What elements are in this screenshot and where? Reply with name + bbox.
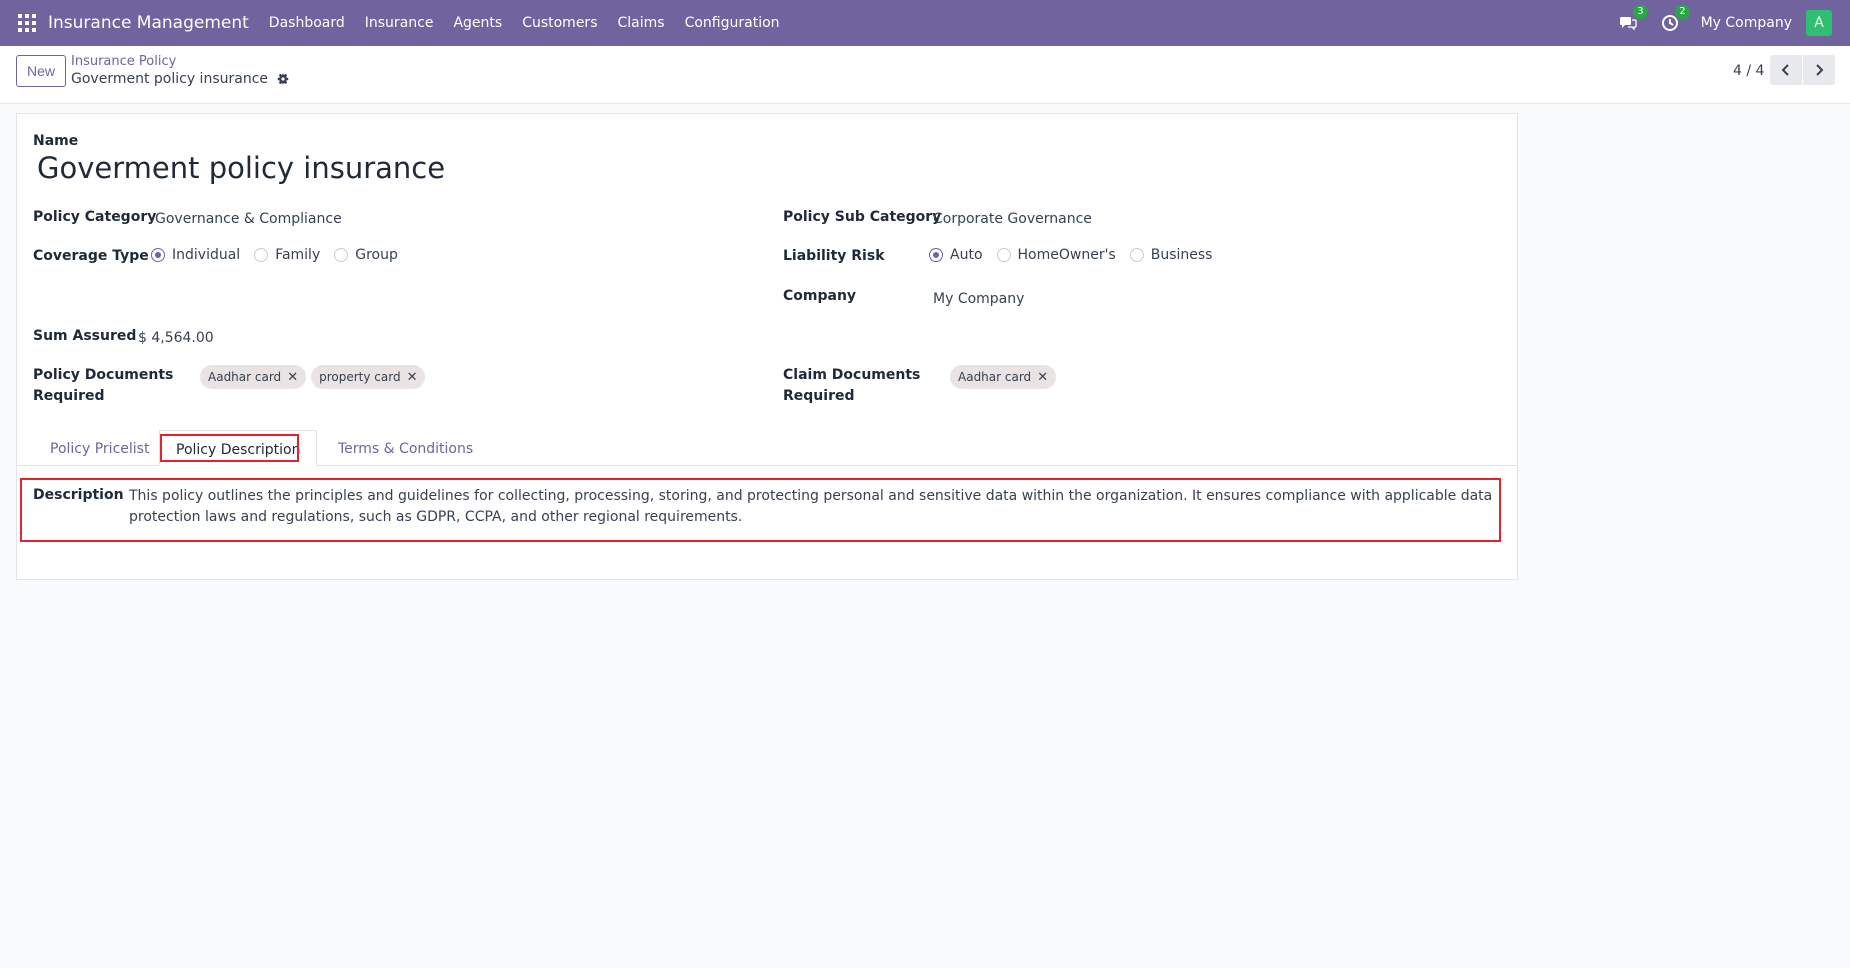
apps-grid-icon[interactable] [18,14,36,32]
liability-risk-radio-group: Auto HomeOwner's Business [929,247,1226,263]
tag-label: property card [319,370,401,384]
tag: property card ✕ [311,365,426,389]
liability-option-label: HomeOwner's [1017,247,1116,263]
menu-item-agents[interactable]: Agents [443,15,512,31]
coverage-radio-family[interactable]: Family [254,247,320,263]
claim-documents-label-line-2: Required [783,388,855,404]
control-panel: New Insurance Policy Goverment policy in… [0,46,1850,104]
pager-value[interactable]: 4 / 4 [1733,63,1764,79]
pager-next-button[interactable] [1803,55,1835,85]
policy-documents-label-line-1: Policy Documents [33,367,174,383]
app-brand[interactable]: Insurance Management [48,13,249,33]
tab-terms-conditions[interactable]: Terms & Conditions [322,430,489,466]
active-tab-highlight [160,434,299,462]
menu-item-dashboard[interactable]: Dashboard [259,15,355,31]
liability-risk-label: Liability Risk [783,248,885,264]
claim-documents-label-line-1: Claim Documents [783,367,921,383]
company-field[interactable]: My Company [933,291,1024,307]
radio-unchecked-icon [334,248,349,262]
messages-badge: 3 [1633,5,1648,19]
liability-option-label: Business [1150,247,1213,263]
breadcrumb: Goverment policy insurance [71,71,290,87]
tag: Aadhar card ✕ [200,365,307,389]
menu-item-insurance[interactable]: Insurance [355,15,444,31]
coverage-radio-group[interactable]: Group [334,247,398,263]
coverage-type-label: Coverage Type [33,248,149,264]
chat-icon[interactable]: 3 [1617,5,1648,34]
liability-option-label: Auto [950,247,983,263]
coverage-radio-individual[interactable]: Individual [151,247,240,263]
coverage-type-radio-group: Individual Family Group [151,247,412,263]
breadcrumb-parent-link[interactable]: Insurance Policy [71,54,176,69]
radio-unchecked-icon [1129,248,1144,262]
liability-radio-homeowner[interactable]: HomeOwner's [996,247,1116,263]
coverage-option-label: Group [355,247,398,263]
coverage-option-label: Individual [172,247,241,263]
description-field[interactable]: This policy outlines the principles and … [129,486,1499,528]
description-label: Description [33,487,124,503]
new-button[interactable]: New [16,55,67,87]
top-navbar: Insurance Management Dashboard Insurance… [0,0,1850,46]
gear-icon[interactable] [276,72,290,86]
avatar[interactable]: A [1806,10,1832,36]
policy-documents-label-line-2: Required [33,388,105,404]
company-switcher[interactable]: My Company [1701,15,1792,31]
policy-category-label: Policy Category [33,209,157,225]
radio-unchecked-icon [254,248,269,262]
pager-previous-button[interactable] [1770,55,1802,85]
policy-documents-tags[interactable]: Aadhar card ✕ property card ✕ [200,365,430,389]
navbar-systray: 3 2 My Company A [1617,0,1850,46]
activity-clock-icon[interactable]: 2 [1659,5,1690,34]
form-sheet: Name Goverment policy insurance Policy C… [16,113,1518,580]
activities-badge: 2 [1675,5,1690,19]
main-menu: Dashboard Insurance Agents Customers Cla… [259,15,790,31]
radio-checked-icon [151,248,165,262]
radio-checked-icon [929,248,943,262]
sum-assured-field[interactable]: $ 4,564.00 [138,330,214,346]
chevron-left-icon [1781,64,1789,76]
radio-unchecked-icon [996,248,1011,262]
menu-item-configuration[interactable]: Configuration [675,15,790,31]
close-icon[interactable]: ✕ [287,370,298,385]
menu-item-customers[interactable]: Customers [512,15,607,31]
claim-documents-tags[interactable]: Aadhar card ✕ [950,365,1061,389]
tag: Aadhar card ✕ [950,365,1057,389]
sum-assured-label: Sum Assured [33,328,137,344]
breadcrumb-current: Goverment policy insurance [71,71,268,87]
coverage-option-label: Family [275,247,321,263]
policy-sub-category-label: Policy Sub Category [783,209,942,225]
company-label: Company [783,288,857,304]
policy-name-field[interactable]: Goverment policy insurance [37,151,445,185]
tag-label: Aadhar card [958,370,1032,384]
policy-sub-category-field[interactable]: Corporate Governance [933,211,1092,227]
policy-category-field[interactable]: Governance & Compliance [155,211,342,227]
close-icon[interactable]: ✕ [1037,370,1048,385]
tab-policy-pricelist[interactable]: Policy Pricelist [34,430,165,466]
liability-radio-business[interactable]: Business [1129,247,1213,263]
name-label: Name [33,133,79,149]
menu-item-claims[interactable]: Claims [608,15,675,31]
tag-label: Aadhar card [208,370,282,384]
close-icon[interactable]: ✕ [407,370,418,385]
liability-radio-auto[interactable]: Auto [929,247,983,263]
chevron-right-icon [1816,64,1824,76]
